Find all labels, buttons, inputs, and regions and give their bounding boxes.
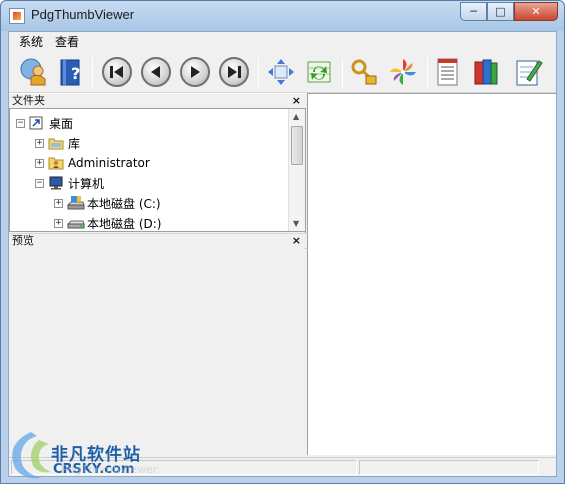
tree-item-label: 本地磁盘 (D:) (87, 216, 162, 231)
expand-toggle[interactable]: + (54, 198, 63, 208)
next-page-icon (180, 57, 210, 87)
menu-view[interactable]: 查看 (49, 33, 85, 50)
desktop-shortcut-icon (29, 116, 45, 130)
last-page-button[interactable] (217, 55, 251, 89)
toolbar: ? (9, 52, 556, 93)
fit-page-icon (268, 59, 294, 85)
folders-pane-close-button[interactable]: × (292, 94, 301, 107)
thumbnail-view[interactable] (307, 93, 556, 455)
tree-item-computer[interactable]: − 计算机 (35, 173, 104, 193)
folders-pane-header: 文件夹 × (9, 93, 306, 108)
books-button[interactable] (469, 55, 503, 89)
tree-item-desktop[interactable]: − 桌面 (16, 113, 73, 133)
svg-text:?: ? (71, 64, 80, 83)
tree-scrollbar[interactable]: ▲ ▼ (288, 109, 305, 231)
help-button[interactable]: ? (53, 55, 87, 89)
library-folder-icon (48, 136, 64, 150)
expand-toggle[interactable]: + (54, 218, 63, 228)
app-window: PdgThumbViewer ─ □ ✕ 系统 查看 ? 文件夹 × − 桌面 … (0, 0, 565, 484)
refresh-button[interactable] (302, 55, 336, 89)
computer-icon (48, 176, 64, 190)
close-button[interactable]: ✕ (514, 2, 558, 21)
drive-icon (66, 216, 85, 230)
pinwheel-button[interactable] (386, 55, 420, 89)
toolbar-separator (427, 58, 428, 88)
pinwheel-icon (390, 59, 416, 85)
toolbar-separator (92, 58, 93, 88)
status-cell-main (11, 460, 357, 475)
books-icon (474, 59, 498, 85)
window-title: PdgThumbViewer (31, 7, 135, 22)
menu-bar: 系统 查看 (9, 32, 556, 51)
app-icon (9, 8, 25, 24)
status-bar (9, 457, 556, 476)
preview-area (9, 249, 306, 455)
toolbar-separator (342, 58, 343, 88)
user-button[interactable] (17, 55, 51, 89)
client-area: 系统 查看 ? 文件夹 × − 桌面 + 库 + Administrator −… (8, 31, 557, 477)
title-bar[interactable]: PdgThumbViewer ─ □ ✕ (1, 1, 564, 31)
status-cell-secondary (359, 460, 539, 475)
document-list-button[interactable] (430, 55, 464, 89)
tree-item-label: 计算机 (68, 176, 105, 191)
key-button[interactable] (347, 55, 381, 89)
first-page-button[interactable] (100, 55, 134, 89)
toolbar-separator (258, 58, 259, 88)
collapse-toggle[interactable]: − (16, 118, 25, 128)
tree-item-administrator[interactable]: + Administrator (35, 153, 150, 173)
menu-system[interactable]: 系统 (13, 33, 49, 50)
help-book-icon: ? (60, 59, 80, 86)
fit-page-button[interactable] (264, 55, 298, 89)
tree-item-drive-c[interactable]: + 本地磁盘 (C:) (54, 193, 161, 213)
tree-item-label: 桌面 (49, 116, 74, 131)
tree-item-library[interactable]: + 库 (35, 133, 80, 153)
expand-toggle[interactable]: + (35, 158, 44, 168)
edit-notes-button[interactable] (511, 55, 545, 89)
previous-page-icon (141, 57, 171, 87)
left-panel: 文件夹 × − 桌面 + 库 + Administrator − 计算机 + 本… (9, 93, 306, 455)
user-folder-icon (48, 156, 64, 170)
window-controls: ─ □ ✕ (460, 2, 558, 22)
key-lock-icon (351, 59, 377, 86)
maximize-button[interactable]: □ (487, 2, 514, 21)
minimize-button[interactable]: ─ (460, 2, 487, 21)
preview-pane-title: 预览 (12, 234, 34, 247)
tree-item-drive-d[interactable]: + 本地磁盘 (D:) (54, 213, 162, 231)
preview-pane-close-button[interactable]: × (292, 234, 301, 247)
system-drive-icon (66, 196, 85, 210)
edit-notes-icon (516, 60, 543, 86)
last-page-icon (219, 57, 249, 87)
first-page-icon (102, 57, 132, 87)
next-page-button[interactable] (178, 55, 212, 89)
tree-item-label: Administrator (68, 156, 150, 170)
document-list-icon (437, 58, 458, 86)
folders-pane-title: 文件夹 (12, 94, 45, 107)
scroll-down-arrow-icon[interactable]: ▼ (293, 219, 299, 228)
previous-page-button[interactable] (139, 55, 173, 89)
user-icon (20, 58, 46, 86)
scroll-up-arrow-icon[interactable]: ▲ (293, 112, 299, 121)
collapse-toggle[interactable]: − (35, 178, 44, 188)
expand-toggle[interactable]: + (35, 138, 44, 148)
folder-tree[interactable]: − 桌面 + 库 + Administrator − 计算机 + 本地磁盘 (C… (9, 108, 306, 232)
scrollbar-thumb[interactable] (291, 126, 303, 165)
preview-pane-header: 预览 × (9, 233, 306, 248)
refresh-icon (307, 61, 331, 83)
tree-item-label: 库 (68, 136, 81, 151)
tree-item-label: 本地磁盘 (C:) (87, 196, 161, 211)
